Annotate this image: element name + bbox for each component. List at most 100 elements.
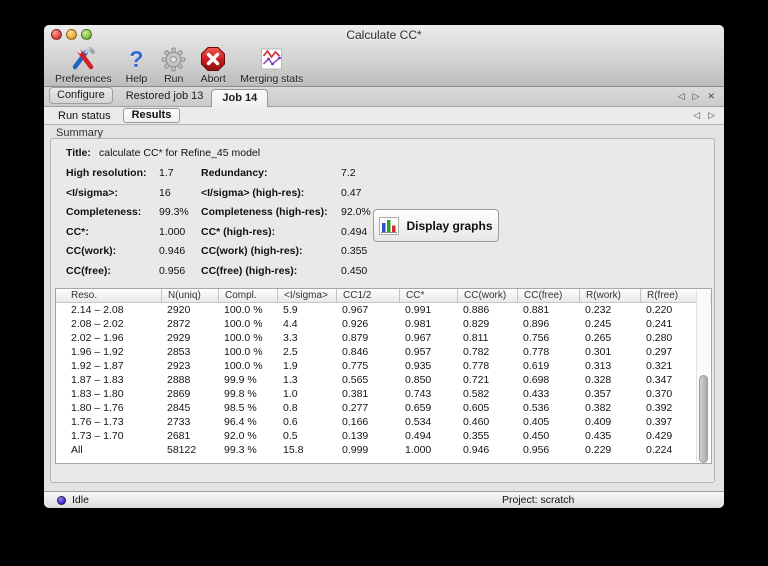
table-body: 2.14 – 2.08 2920 100.0 % 5.9 0.967 0.991… <box>56 303 711 457</box>
cell-ccwork: 0.778 <box>463 360 490 372</box>
table-row[interactable]: 1.76 – 1.73 2733 96.4 % 0.6 0.166 0.534 … <box>56 415 711 429</box>
run-button[interactable]: Run <box>154 44 193 85</box>
abort-label: Abort <box>200 73 226 85</box>
table-row[interactable]: 1.87 – 1.83 2888 99.9 % 1.3 0.565 0.850 … <box>56 373 711 387</box>
cell-reso: 1.87 – 1.83 <box>71 374 124 386</box>
cell-ccfree: 0.433 <box>523 388 550 400</box>
cell-ccwork: 0.605 <box>463 402 490 414</box>
column-header-isigma[interactable]: <I/sigma> <box>277 289 336 302</box>
cell-isigma: 3.3 <box>283 332 298 344</box>
column-header-ccwork[interactable]: CC(work) <box>457 289 517 302</box>
tab-close-icon[interactable]: ✕ <box>707 91 715 102</box>
toolbar: Preferences ? Help Run Abort Merging sta… <box>44 44 724 87</box>
cell-ccwork: 0.582 <box>463 388 490 400</box>
tab-results[interactable]: Results <box>122 108 181 123</box>
cell-isigma: 2.5 <box>283 346 298 358</box>
cell-compl: 99.8 % <box>224 388 257 400</box>
tab-scroll-right-icon[interactable]: ▷ <box>693 91 700 102</box>
table-row[interactable]: 1.96 – 1.92 2853 100.0 % 2.5 0.846 0.957… <box>56 345 711 359</box>
cell-nuniq: 2920 <box>167 304 191 316</box>
cell-reso: 1.83 – 1.80 <box>71 388 124 400</box>
column-header-ccfree[interactable]: CC(free) <box>517 289 579 302</box>
display-graphs-label: Display graphs <box>406 218 493 233</box>
summary-groupbox: Title: calculate CC* for Refine_45 model… <box>50 138 715 483</box>
tab-run-status[interactable]: Run status <box>50 109 119 123</box>
cell-isigma: 1.9 <box>283 360 298 372</box>
cell-ccfree: 0.536 <box>523 402 550 414</box>
subtab-scroll-right-icon[interactable]: ▷ <box>708 110 715 121</box>
cell-reso: 1.92 – 1.87 <box>71 360 124 372</box>
summary-title-row: Title: calculate CC* for Refine_45 model <box>51 147 714 161</box>
cell-ccfree: 0.881 <box>523 304 550 316</box>
cell-isigma: 0.8 <box>283 402 298 414</box>
cell-compl: 100.0 % <box>224 304 263 316</box>
cell-compl: 99.3 % <box>224 444 257 456</box>
table-row[interactable]: 1.92 – 1.87 2923 100.0 % 1.9 0.775 0.935… <box>56 359 711 373</box>
cell-ccfree: 0.756 <box>523 332 550 344</box>
table-row[interactable]: 2.14 – 2.08 2920 100.0 % 5.9 0.967 0.991… <box>56 303 711 317</box>
status-text: Idle <box>72 494 89 506</box>
merging-stats-button[interactable]: Merging stats <box>233 44 310 85</box>
cell-ccwork: 0.721 <box>463 374 490 386</box>
summary-row: CC(work): 0.946 CC(work) (high-res): 0.3… <box>51 245 714 259</box>
column-header-compl[interactable]: Compl. <box>218 289 277 302</box>
abort-button[interactable]: Abort <box>193 44 233 85</box>
cell-ccwork: 0.829 <box>463 318 490 330</box>
cell-compl: 100.0 % <box>224 360 263 372</box>
table-row[interactable]: 1.80 – 1.76 2845 98.5 % 0.8 0.277 0.659 … <box>56 401 711 415</box>
close-button[interactable] <box>51 29 62 40</box>
title-label: Title: <box>66 147 91 159</box>
display-graphs-button[interactable]: Display graphs <box>373 209 499 242</box>
cell-nuniq: 2853 <box>167 346 191 358</box>
cell-nuniq: 2872 <box>167 318 191 330</box>
minimize-button[interactable] <box>66 29 77 40</box>
cell-nuniq: 58122 <box>167 444 197 456</box>
table-row[interactable]: 2.08 – 2.02 2872 100.0 % 4.4 0.926 0.981… <box>56 317 711 331</box>
summary-row: CC(free): 0.956 CC(free) (high-res): 0.4… <box>51 265 714 279</box>
summary-key: CC(work): <box>66 245 117 257</box>
cell-nuniq: 2869 <box>167 388 191 400</box>
tab-configure[interactable]: Configure <box>49 87 113 104</box>
summary-key: <I/sigma>: <box>66 187 118 199</box>
table-row[interactable]: All 58122 99.3 % 15.8 0.999 1.000 0.946 … <box>56 443 711 457</box>
cell-ccwork: 0.782 <box>463 346 490 358</box>
zoom-button[interactable] <box>81 29 92 40</box>
window-chrome: Calculate CC* Preferences ? Help Run Abo… <box>44 25 724 87</box>
column-header-nuniq[interactable]: N(uniq) <box>161 289 218 302</box>
cell-ccwork: 0.355 <box>463 430 490 442</box>
cell-rwork: 0.265 <box>585 332 612 344</box>
cell-ccstar: 0.743 <box>405 388 432 400</box>
cell-reso: 2.08 – 2.02 <box>71 318 124 330</box>
summary-value-high-res: 0.355 <box>341 245 368 257</box>
cell-ccstar: 0.850 <box>405 374 432 386</box>
table-row[interactable]: 2.02 – 1.96 2929 100.0 % 3.3 0.879 0.967… <box>56 331 711 345</box>
summary-value: 99.3% <box>159 206 189 218</box>
cell-ccwork: 0.946 <box>463 444 490 456</box>
tab-scroll-left-icon[interactable]: ◁ <box>678 91 685 102</box>
table-scrollbar-thumb[interactable] <box>699 375 708 463</box>
tab-restored-job-13[interactable]: Restored job 13 <box>118 90 212 106</box>
table-row[interactable]: 1.73 – 1.70 2681 92.0 % 0.5 0.139 0.494 … <box>56 429 711 443</box>
cell-isigma: 0.5 <box>283 430 298 442</box>
table-scrollbar[interactable] <box>696 290 710 463</box>
cell-reso: 1.76 – 1.73 <box>71 416 124 428</box>
result-tab-bar: Run status Results ◁ ▷ <box>44 107 724 125</box>
cell-reso: 1.73 – 1.70 <box>71 430 124 442</box>
cell-rwork: 0.301 <box>585 346 612 358</box>
cell-rwork: 0.382 <box>585 402 612 414</box>
preferences-label: Preferences <box>55 73 112 85</box>
column-header-ccstar[interactable]: CC* <box>399 289 457 302</box>
column-header-cc12[interactable]: CC1/2 <box>336 289 399 302</box>
help-button[interactable]: ? Help <box>119 44 155 85</box>
cell-rwork: 0.328 <box>585 374 612 386</box>
cell-ccstar: 0.534 <box>405 416 432 428</box>
column-header-reso[interactable]: Reso. <box>56 289 161 302</box>
subtab-scroll-left-icon[interactable]: ◁ <box>693 110 700 121</box>
summary-value-high-res: 0.47 <box>341 187 362 199</box>
tab-job-14[interactable]: Job 14 <box>211 89 269 107</box>
preferences-button[interactable]: Preferences <box>48 44 119 85</box>
column-header-rwork[interactable]: R(work) <box>579 289 640 302</box>
table-row[interactable]: 1.83 – 1.80 2869 99.8 % 1.0 0.381 0.743 … <box>56 387 711 401</box>
help-icon: ? <box>129 46 144 72</box>
summary-row: <I/sigma>: 16 <I/sigma> (high-res): 0.47 <box>51 187 714 201</box>
